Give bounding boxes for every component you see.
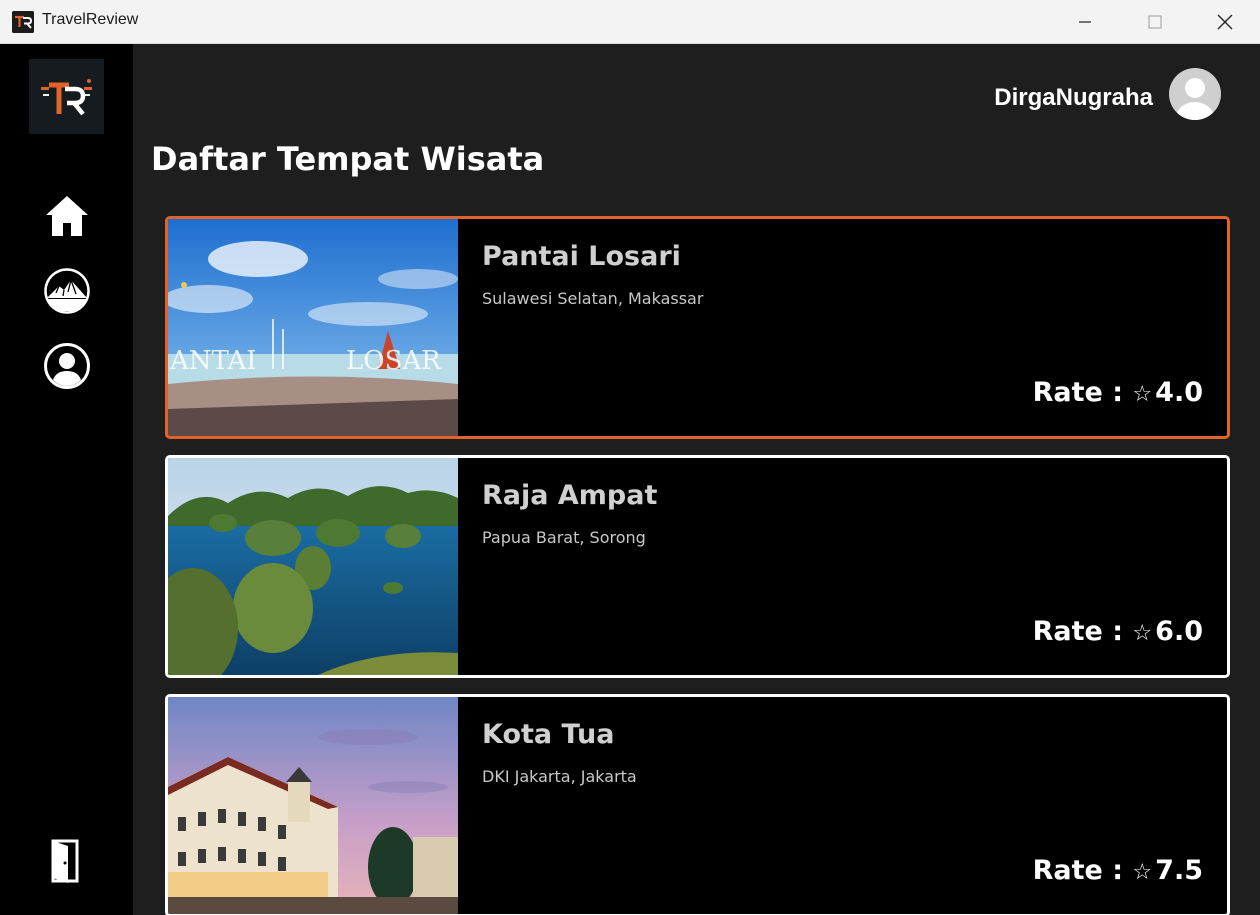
destination-card[interactable]: ANTAI LOSAR Pantai Losari Sulawesi Selat… bbox=[165, 216, 1230, 439]
nav-home-button[interactable] bbox=[44, 193, 90, 239]
destination-location: Papua Barat, Sorong bbox=[482, 528, 646, 547]
app-window: TravelReview DirgaNugraha Daftar Tempat … bbox=[0, 0, 1260, 915]
maximize-button[interactable] bbox=[1120, 0, 1190, 44]
username-label[interactable]: DirgaNugraha bbox=[940, 84, 1153, 112]
close-icon bbox=[1217, 14, 1233, 30]
destination-location: DKI Jakarta, Jakarta bbox=[482, 767, 637, 786]
app-logo[interactable] bbox=[29, 59, 104, 134]
minimize-button[interactable] bbox=[1050, 0, 1120, 44]
destination-card[interactable]: Kota Tua DKI Jakarta, Jakarta Rate : ☆ 7.… bbox=[165, 694, 1230, 915]
svg-text:LOSAR: LOSAR bbox=[346, 346, 442, 376]
app-logo-icon bbox=[12, 11, 34, 33]
window-title: TravelReview bbox=[42, 11, 139, 28]
destination-card[interactable]: Raja Ampat Papua Barat, Sorong Rate : ☆ 6… bbox=[165, 455, 1230, 678]
home-icon bbox=[46, 196, 88, 236]
star-icon: ☆ bbox=[1132, 860, 1153, 885]
rating-value: 7.5 bbox=[1155, 855, 1203, 886]
rating-value: 6.0 bbox=[1155, 616, 1203, 647]
destination-photo: ANTAI LOSAR bbox=[168, 219, 458, 436]
door-exit-icon bbox=[51, 839, 79, 883]
close-button[interactable] bbox=[1190, 0, 1260, 44]
destination-name: Raja Ampat bbox=[482, 480, 658, 511]
minimize-icon bbox=[1079, 21, 1091, 23]
rating-value: 4.0 bbox=[1155, 377, 1203, 408]
rate-label: Rate : bbox=[1032, 616, 1124, 647]
destination-name: Pantai Losari bbox=[482, 241, 681, 272]
star-icon: ☆ bbox=[1132, 621, 1153, 646]
avatar[interactable] bbox=[1169, 68, 1221, 120]
mountain-icon bbox=[44, 268, 90, 314]
destination-rating: Rate : ☆ 7.5 bbox=[1033, 855, 1203, 886]
destination-photo bbox=[168, 458, 458, 675]
star-icon: ☆ bbox=[1132, 382, 1153, 407]
tr-logo-icon bbox=[29, 59, 104, 134]
destination-rating: Rate : ☆ 4.0 bbox=[1033, 377, 1203, 408]
nav-profile-button[interactable] bbox=[44, 343, 90, 389]
page-title: Daftar Tempat Wisata bbox=[151, 140, 545, 178]
svg-text:ANTAI: ANTAI bbox=[169, 346, 257, 376]
title-bar[interactable]: TravelReview bbox=[0, 0, 1260, 44]
destination-rating: Rate : ☆ 6.0 bbox=[1033, 616, 1203, 647]
sidebar bbox=[0, 44, 133, 915]
destination-location: Sulawesi Selatan, Makassar bbox=[482, 289, 704, 308]
rate-label: Rate : bbox=[1032, 377, 1124, 408]
nav-destinations-button[interactable] bbox=[44, 268, 90, 314]
rate-label: Rate : bbox=[1032, 855, 1124, 886]
destination-name: Kota Tua bbox=[482, 719, 615, 750]
avatar-icon bbox=[1169, 68, 1221, 120]
maximize-icon bbox=[1148, 15, 1162, 29]
user-circle-icon bbox=[44, 343, 90, 389]
logout-button[interactable] bbox=[50, 838, 84, 884]
destination-photo bbox=[168, 697, 458, 914]
